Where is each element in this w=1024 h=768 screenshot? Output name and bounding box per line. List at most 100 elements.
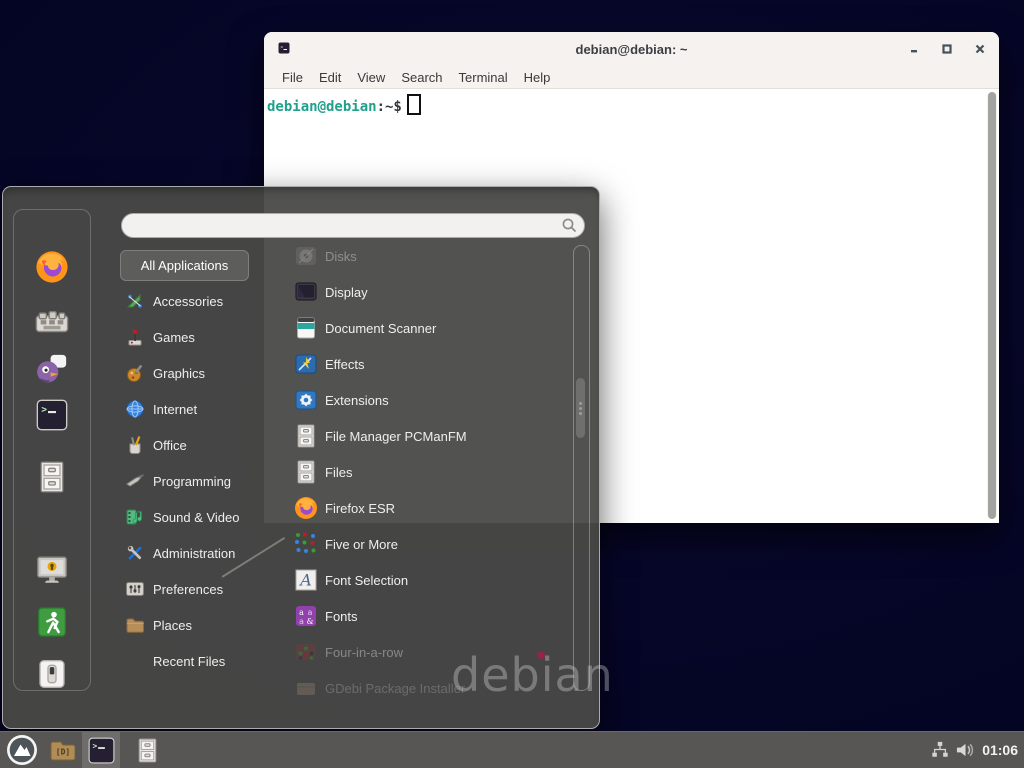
svg-text:[D]: [D] [56, 748, 70, 757]
app-firefox-esr[interactable]: Firefox ESR [275, 490, 567, 526]
terminal-titlebar[interactable]: > debian@debian: ~ [264, 32, 999, 67]
terminal-icon: > [36, 399, 68, 431]
system-tray: 01:06 [931, 732, 1018, 768]
application-list: Disks Display Document Scanner Effects E… [275, 238, 567, 706]
app-display[interactable]: Display [275, 274, 567, 310]
terminal-icon: > [88, 737, 115, 764]
svg-text:>: > [281, 46, 284, 51]
menu-logo-icon [7, 735, 37, 765]
search-input[interactable] [121, 213, 585, 238]
category-sound-video[interactable]: Sound & Video [119, 499, 269, 535]
app-label: Document Scanner [325, 321, 436, 336]
svg-text:>: > [92, 741, 97, 750]
pidgin-icon [35, 352, 69, 386]
file-cabinet-taskbar-button[interactable] [128, 732, 166, 768]
app-five-or-more[interactable]: Five or More [275, 526, 567, 562]
category-label: Preferences [153, 582, 223, 597]
svg-text:>: > [41, 404, 47, 415]
clock[interactable]: 01:06 [982, 742, 1018, 758]
preferences-icon [125, 579, 145, 599]
file-manager-launcher[interactable]: [D] [44, 732, 82, 768]
graphics-icon [125, 363, 145, 383]
application-list-scrollbar[interactable] [573, 245, 590, 691]
menu-view[interactable]: View [349, 70, 393, 85]
close-button[interactable] [971, 41, 989, 57]
app-extensions[interactable]: Extensions [275, 382, 567, 418]
app-label: Font Selection [325, 573, 408, 588]
terminal-launcher[interactable]: > [32, 395, 72, 435]
office-icon [125, 435, 145, 455]
category-preferences[interactable]: Preferences [119, 571, 269, 607]
menu-button[interactable] [0, 732, 44, 768]
category-accessories[interactable]: Accessories [119, 283, 269, 319]
programming-icon [125, 471, 145, 491]
category-recent-files[interactable]: Recent Files [119, 643, 269, 679]
prompt-user-host: debian@debian [267, 99, 377, 115]
app-fonts[interactable]: aaa& Fonts [275, 598, 567, 634]
category-games[interactable]: Games [119, 319, 269, 355]
category-label: Sound & Video [153, 510, 240, 525]
category-office[interactable]: Office [119, 427, 269, 463]
terminal-scrollbar-thumb[interactable] [988, 92, 996, 519]
menu-terminal[interactable]: Terminal [451, 70, 516, 85]
places-icon [125, 615, 145, 635]
category-graphics[interactable]: Graphics [119, 355, 269, 391]
effects-icon [294, 352, 318, 376]
category-label: Office [153, 438, 187, 453]
app-four-in-a-row[interactable]: Four-in-a-row [275, 634, 567, 670]
menu-edit[interactable]: Edit [311, 70, 349, 85]
window-title: debian@debian: ~ [264, 42, 999, 57]
category-label: Internet [153, 402, 197, 417]
app-label: Fonts [325, 609, 358, 624]
maximize-button[interactable] [938, 41, 956, 57]
gdebi-icon [294, 676, 318, 700]
app-disks[interactable]: Disks [275, 238, 567, 274]
font-selection-icon: A [294, 568, 318, 592]
firefox-launcher[interactable] [32, 247, 72, 287]
menu-help[interactable]: Help [516, 70, 559, 85]
svg-text:A: A [298, 571, 312, 590]
terminal-window-icon: > [278, 42, 290, 54]
app-label: GDebi Package Installer [325, 681, 465, 696]
lock-screen-button[interactable] [32, 550, 72, 590]
games-icon [125, 327, 145, 347]
terminal-menubar: File Edit View Search Terminal Help [264, 66, 999, 89]
onscreen-keyboard-launcher[interactable] [32, 303, 72, 343]
fonts-icon: aaa& [294, 604, 318, 628]
terminal-cursor [407, 94, 421, 115]
application-list-scrollbar-thumb[interactable] [576, 378, 585, 438]
display-icon [294, 280, 318, 304]
menu-search[interactable]: Search [393, 70, 450, 85]
app-files[interactable]: Files [275, 454, 567, 490]
shutdown-button[interactable] [32, 654, 72, 694]
app-effects[interactable]: Effects [275, 346, 567, 382]
file-cabinet-icon [36, 461, 68, 493]
pidgin-launcher[interactable] [32, 349, 72, 389]
lock-screen-icon [35, 553, 69, 587]
logout-button[interactable] [32, 602, 72, 642]
svg-text:a: a [308, 608, 313, 617]
app-font-selection[interactable]: A Font Selection [275, 562, 567, 598]
app-file-manager-pcmanfm[interactable]: File Manager PCManFM [275, 418, 567, 454]
category-programming[interactable]: Programming [119, 463, 269, 499]
volume-icon[interactable] [956, 741, 975, 759]
all-applications-button[interactable]: All Applications [120, 250, 249, 281]
app-label: Four-in-a-row [325, 645, 403, 660]
shutdown-icon [36, 658, 68, 690]
category-places[interactable]: Places [119, 607, 269, 643]
category-label: Administration [153, 546, 235, 561]
folder-icon: [D] [49, 738, 77, 762]
category-internet[interactable]: Internet [119, 391, 269, 427]
terminal-taskbar-button[interactable]: > [82, 732, 120, 768]
terminal-scrollbar[interactable] [987, 92, 997, 519]
app-gdebi-package-installer[interactable]: GDebi Package Installer [275, 670, 567, 706]
app-label: Firefox ESR [325, 501, 395, 516]
network-icon[interactable] [931, 741, 949, 759]
svg-text:a: a [299, 608, 304, 617]
files-launcher[interactable] [32, 457, 72, 497]
search-icon [561, 217, 578, 234]
category-administration[interactable]: Administration [119, 535, 269, 571]
minimize-button[interactable] [905, 41, 923, 57]
menu-file[interactable]: File [274, 70, 311, 85]
app-document-scanner[interactable]: Document Scanner [275, 310, 567, 346]
